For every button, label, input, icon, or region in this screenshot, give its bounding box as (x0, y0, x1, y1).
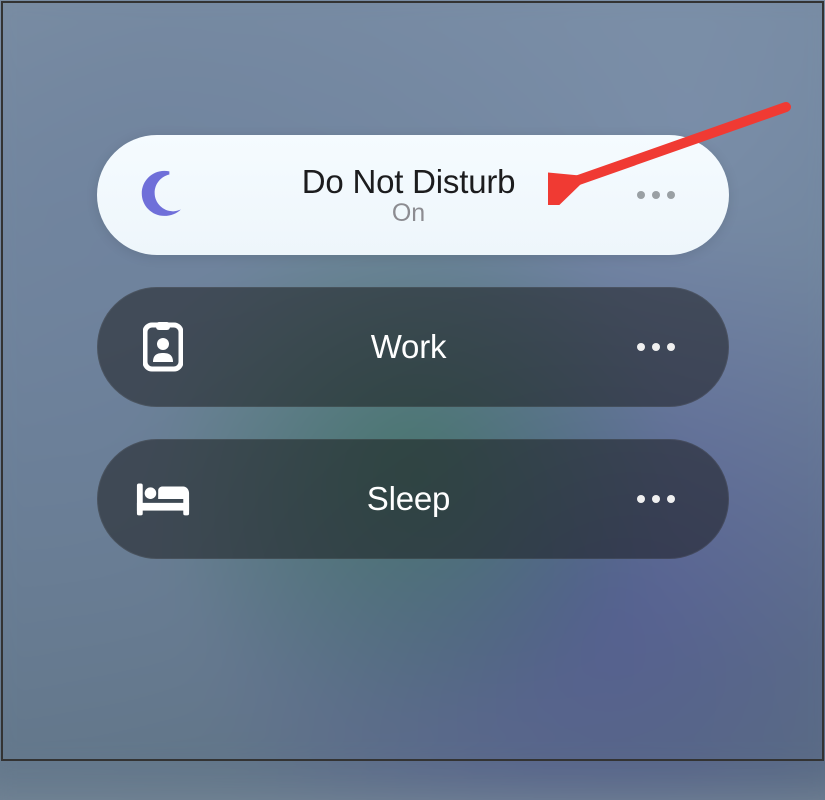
focus-item-sleep[interactable]: Sleep (97, 439, 729, 559)
more-options-button[interactable] (627, 333, 685, 361)
focus-item-text: Sleep (191, 480, 627, 518)
focus-item-title: Work (371, 328, 447, 366)
ellipsis-icon (667, 191, 675, 199)
focus-item-title: Do Not Disturb (302, 163, 516, 201)
more-options-button[interactable] (627, 181, 685, 209)
focus-item-status: On (392, 199, 425, 228)
ellipsis-icon (637, 191, 645, 199)
focus-item-do-not-disturb[interactable]: Do Not Disturb On (97, 135, 729, 255)
ellipsis-icon (652, 495, 660, 503)
focus-item-text: Do Not Disturb On (191, 163, 627, 228)
ellipsis-icon (637, 343, 645, 351)
ellipsis-icon (652, 191, 660, 199)
ellipsis-icon (652, 343, 660, 351)
ellipsis-icon (667, 495, 675, 503)
ellipsis-icon (637, 495, 645, 503)
bed-icon (135, 471, 191, 527)
moon-icon (135, 167, 191, 223)
focus-item-title: Sleep (367, 480, 450, 518)
badge-icon (135, 319, 191, 375)
focus-mode-list: Do Not Disturb On Work (97, 135, 729, 559)
more-options-button[interactable] (627, 485, 685, 513)
ellipsis-icon (667, 343, 675, 351)
focus-item-work[interactable]: Work (97, 287, 729, 407)
focus-item-text: Work (191, 328, 627, 366)
